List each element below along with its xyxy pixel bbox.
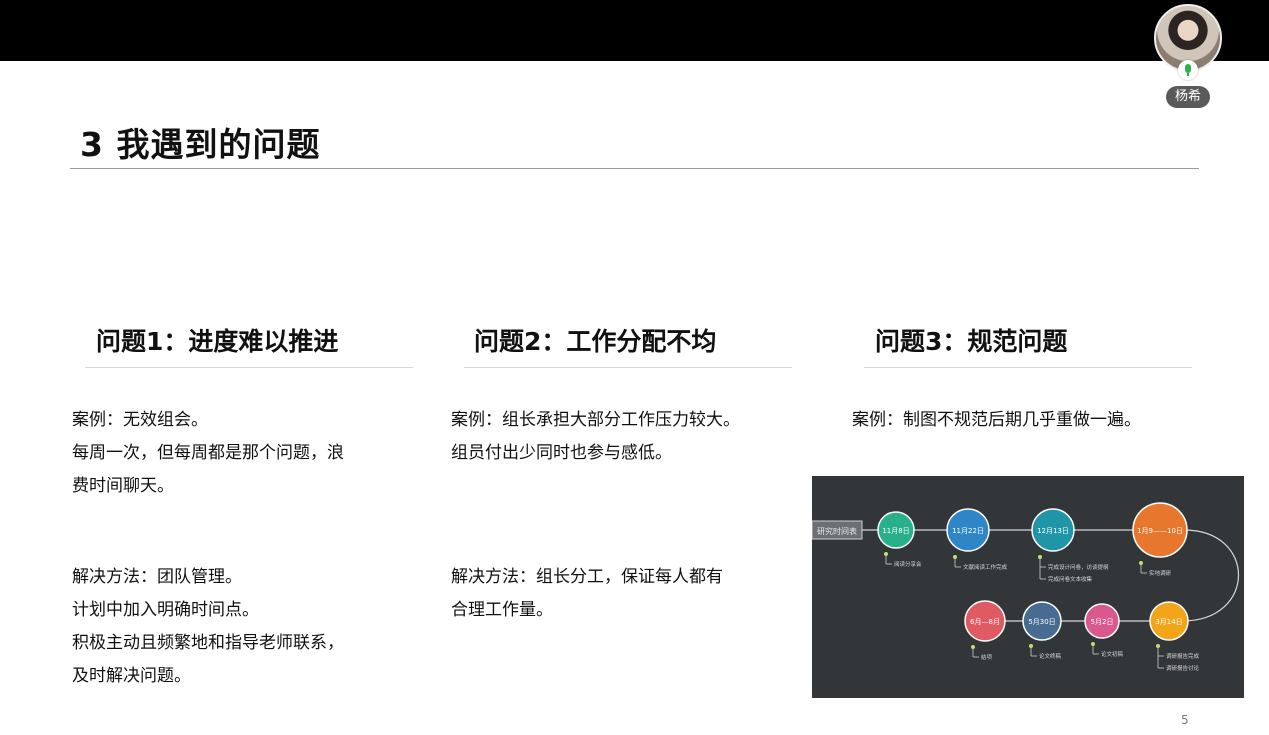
timeline-diagram: 研究时间表 11月8日阅读分享会 11月22日文献阅读工作完成 12月13日完成设计…	[811, 476, 1244, 698]
problem-3-divider	[864, 367, 1192, 368]
page-number: 5	[1181, 713, 1189, 727]
text-line: 案例：制图不规范后期几乎重做一遍。	[852, 410, 1141, 430]
top-bar	[0, 0, 1269, 61]
problem-1-divider	[85, 367, 413, 368]
timeline-node-label: 5月2日	[1091, 618, 1114, 626]
problem-2-heading: 问题2：工作分配不均	[474, 327, 717, 356]
presenter-video-tile[interactable]	[1154, 4, 1222, 80]
timeline-node-label: 11月8日	[882, 527, 909, 535]
timeline-node: 6月—8月结项	[964, 600, 1006, 661]
problem-1-solution: 解决方法：团队管理。 计划中加入明确时间点。 积极主动且频繁地和指导老师联系， …	[72, 561, 344, 693]
timeline-node-label: 6月—8月	[970, 618, 1000, 626]
problem-3-heading: 问题3：规范问题	[875, 327, 1068, 356]
timeline-node-label: 12月13日	[1037, 527, 1069, 535]
text-line: 解决方法：团队管理。	[72, 567, 242, 587]
problem-2-solution: 解决方法：组长分工，保证每人都有 合理工作量。	[451, 561, 723, 627]
timeline-node: 11月8日阅读分享会	[877, 511, 922, 568]
text-line: 费时间聊天。	[72, 476, 174, 496]
timeline-node: 3月14日调研报告完成调研报告讨论	[1149, 601, 1200, 672]
text-line: 每周一次，但每周都是那个问题，浪	[72, 443, 344, 463]
timeline-note: 结项	[981, 653, 993, 661]
text-line: 合理工作量。	[451, 600, 553, 620]
timeline-note: 论文初稿	[1101, 650, 1124, 658]
text-line: 积极主动且频繁地和指导老师联系，	[72, 633, 344, 653]
timeline-node-label: 3月14日	[1155, 618, 1182, 626]
timeline-note: 实地调研	[1149, 569, 1172, 577]
timeline-node: 1月9——10日实地调研	[1132, 502, 1188, 577]
text-line: 案例：无效组会。	[72, 410, 208, 430]
slide-title: 3 我遇到的问题	[80, 125, 321, 164]
microphone-icon	[1178, 60, 1198, 80]
timeline-note: 论文终稿	[1039, 652, 1062, 660]
text-line: 及时解决问题。	[72, 666, 191, 686]
text-line: 解决方法：组长分工，保证每人都有	[451, 567, 723, 587]
timeline-nodes: 11月8日阅读分享会 11月22日文献阅读工作完成 12月13日完成设计问卷，访谈提…	[877, 502, 1200, 672]
timeline-track-curve	[1181, 529, 1240, 622]
timeline-note: 调研报告完成	[1166, 652, 1200, 660]
problem-3-case: 案例：制图不规范后期几乎重做一遍。	[852, 404, 1141, 437]
problem-1-case: 案例：无效组会。 每周一次，但每周都是那个问题，浪 费时间聊天。	[72, 404, 344, 503]
timeline-node-label: 1月9——10日	[1137, 527, 1183, 535]
text-line: 组员付出少同时也参与感低。	[451, 443, 672, 463]
title-divider	[70, 168, 1199, 169]
timeline-node-label: 5月30日	[1028, 618, 1055, 626]
timeline-note: 完成问卷文本收集	[1048, 575, 1093, 583]
text-line: 案例：组长承担大部分工作压力较大。	[451, 410, 740, 430]
timeline-node: 5月30日论文终稿	[1022, 601, 1062, 660]
timeline-note: 完成设计问卷，访谈提纲	[1048, 563, 1109, 571]
timeline-note: 阅读分享会	[894, 560, 922, 568]
timeline-node-label: 11月22日	[952, 527, 984, 535]
timeline-svg: 研究时间表 11月8日阅读分享会 11月22日文献阅读工作完成 12月13日完成设计…	[811, 502, 1240, 672]
problem-1-heading: 问题1：进度难以推进	[96, 327, 339, 356]
timeline-note: 文献阅读工作完成	[963, 563, 1008, 571]
timeline-node: 12月13日完成设计问卷，访谈提纲完成问卷文本收集	[1031, 508, 1109, 583]
timeline-node: 5月2日论文初稿	[1084, 603, 1124, 658]
text-line: 计划中加入明确时间点。	[72, 600, 259, 620]
presenter-name-badge: 杨希	[1166, 86, 1210, 108]
problem-2-case: 案例：组长承担大部分工作压力较大。 组员付出少同时也参与感低。	[451, 404, 740, 470]
problem-2-divider	[464, 367, 792, 368]
timeline-start-label: 研究时间表	[817, 526, 857, 536]
timeline-note: 调研报告讨论	[1166, 664, 1200, 672]
timeline-node: 11月22日文献阅读工作完成	[946, 508, 1008, 571]
